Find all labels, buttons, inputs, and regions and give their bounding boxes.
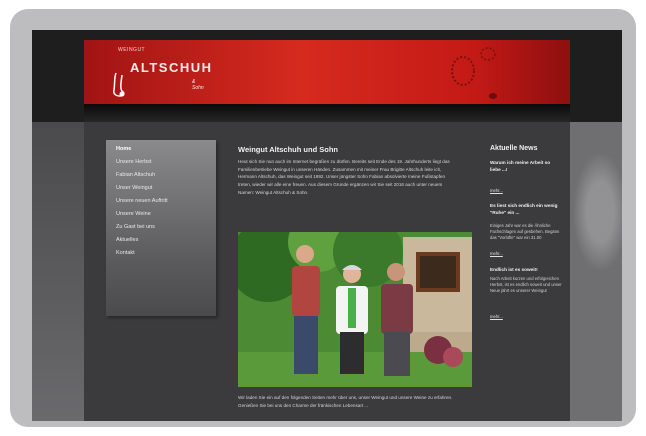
nav-item-herbst[interactable]: Unsere Herbst	[116, 159, 151, 165]
footprint-icon	[480, 47, 496, 61]
nav-item-auftritt[interactable]: Unsere neuen Auftritt	[116, 198, 168, 204]
page-title: Weingut Altschuh und Sohn	[238, 145, 338, 154]
news-item-title[interactable]: Warum ich meine Arbeit so liebe ...!	[490, 160, 562, 174]
outro-text: Wir laden Sie ein auf den folgenden Seit…	[238, 395, 453, 408]
nav-item-home[interactable]: Home	[116, 146, 131, 152]
background-left	[32, 122, 84, 421]
nav-item-kontakt[interactable]: Kontakt	[116, 250, 135, 256]
nav-item-weingut[interactable]: Unser Weingut	[116, 185, 152, 191]
nav-item-gast[interactable]: Zu Gast bei uns	[116, 224, 155, 230]
news-more-link[interactable]: mehr...	[490, 251, 503, 256]
logo-main-text: ALTSCHUH	[130, 60, 213, 75]
footprint-icon	[451, 56, 475, 86]
header-shadow	[84, 104, 570, 124]
intro-text: Heut sich Sie nun auch im Internet begrü…	[238, 159, 450, 195]
news-item-title[interactable]: Es liest sich endlich ein wenig "Ruhe" e…	[490, 203, 562, 217]
news-more-link[interactable]: mehr...	[490, 188, 503, 193]
main-navigation: Home Unsere Herbst Fabian Altschuh Unser…	[106, 140, 216, 316]
nav-item-fabian[interactable]: Fabian Altschuh	[116, 172, 155, 178]
boot-logo-icon	[113, 72, 125, 97]
footprint-decoration	[568, 142, 622, 282]
news-item-title[interactable]: Endlich ist es soweit!	[490, 267, 562, 274]
nav-item-weine[interactable]: Unsere Weine	[116, 211, 151, 217]
nav-item-aktuelles[interactable]: Aktuelles	[116, 237, 138, 243]
news-more-link[interactable]: mehr...	[490, 314, 503, 319]
news-item-text: Nach Arbeit kurzen und erfolgreichen Her…	[490, 276, 562, 294]
logo-sub-text: & Sohn	[192, 79, 204, 91]
news-item-text: Einiges Jahr war es die Ähnliche Fachsch…	[490, 223, 560, 241]
family-photo	[238, 232, 472, 387]
footprint-icon	[489, 93, 497, 99]
news-heading: Aktuelle News	[490, 145, 538, 152]
logo-top-text: WEINGUT	[118, 47, 146, 53]
